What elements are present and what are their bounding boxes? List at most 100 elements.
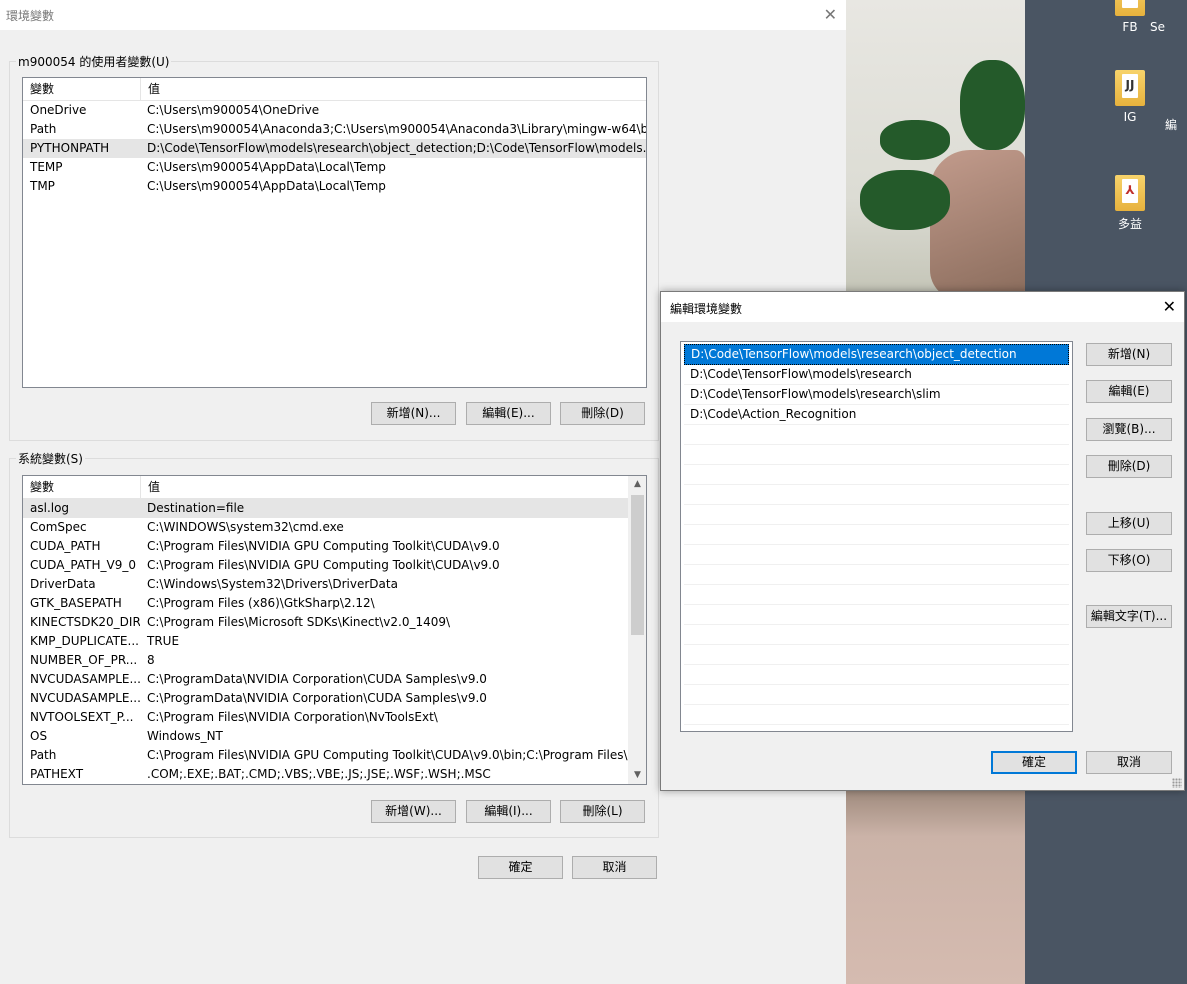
table-row[interactable]: DriverData C:\Windows\System32\Drivers\Dr… [23,575,629,594]
variable-name: TEMP [30,160,63,174]
empty-path-slot[interactable] [684,665,1069,685]
system-list-scrollbar[interactable]: ▲ ▼ [628,476,646,784]
variable-value: 8 [147,653,155,667]
table-row[interactable]: KINECTSDK20_DIR C:\Program Files\Microsof… [23,613,629,632]
dialog-ok-button[interactable]: 確定 [991,751,1077,774]
table-row[interactable]: OS Windows_NT [23,727,629,746]
browse-button[interactable]: 瀏覽(B)... [1086,418,1172,441]
desktop-icon-edit[interactable]: 編 [1165,100,1187,133]
table-row[interactable]: PYTHONPATH D:\Code\TensorFlow\models\rese… [23,139,646,158]
empty-path-slot[interactable] [684,545,1069,565]
table-row[interactable]: NVCUDASAMPLE... C:\ProgramData\NVIDIA Cor… [23,670,629,689]
dialog-cancel-button[interactable]: 取消 [1086,751,1172,774]
system-variables-rows: asl.log Destination=file ComSpec C:\WINDOWS… [23,499,629,784]
table-row[interactable]: PATHEXT .COM;.EXE;.BAT;.CMD;.VBS;.VBE;.JS… [23,765,629,784]
delete-path-button[interactable]: 刪除(D) [1086,455,1172,478]
new-path-button[interactable]: 新增(N) [1086,343,1172,366]
table-row[interactable]: TMP C:\Users\m900054\AppData\Local\Temp [23,177,646,196]
table-row[interactable]: OneDrive C:\Users\m900054\OneDrive [23,101,646,120]
variable-name: NVCUDASAMPLE... [30,672,140,686]
empty-path-slot[interactable] [684,645,1069,665]
variable-value: C:\Users\m900054\AppData\Local\Temp [147,160,386,174]
table-row[interactable]: NVTOOLSEXT_P... C:\Program Files\NVIDIA C… [23,708,629,727]
empty-path-slot[interactable] [684,705,1069,725]
user-edit-button[interactable]: 編輯(E)... [466,402,551,425]
empty-path-slot[interactable] [684,465,1069,485]
variable-value: D:\Code\TensorFlow\models\research\objec… [147,141,646,155]
wallpaper-rock [930,150,1025,300]
ok-button[interactable]: 確定 [478,856,563,879]
empty-path-slot[interactable] [684,505,1069,525]
resize-grip[interactable] [1172,778,1182,788]
table-row[interactable]: ComSpec C:\WINDOWS\system32\cmd.exe [23,518,629,537]
table-row[interactable]: NVCUDASAMPLE... C:\ProgramData\NVIDIA Cor… [23,689,629,708]
empty-path-slot[interactable] [684,425,1069,445]
table-row[interactable]: CUDA_PATH_V9_0 C:\Program Files\NVIDIA GP… [23,556,629,575]
system-variables-list[interactable]: 變數 值 asl.log Destination=file ComSpec C:\WI… [22,475,647,785]
system-edit-button[interactable]: 編輯(I)... [466,800,551,823]
empty-path-slot[interactable] [684,565,1069,585]
move-down-button[interactable]: 下移(O) [1086,549,1172,572]
scroll-down-icon[interactable]: ▼ [629,767,646,784]
variable-name: NVTOOLSEXT_P... [30,710,134,724]
variable-name: CUDA_PATH_V9_0 [30,558,136,572]
variable-name: GTK_BASEPATH [30,596,122,610]
edit-text-button[interactable]: 編輯文字(T)... [1086,605,1172,628]
user-new-button[interactable]: 新增(N)... [371,402,456,425]
table-row[interactable]: NUMBER_OF_PR... 8 [23,651,629,670]
path-item[interactable]: D:\Code\TensorFlow\models\research\slim [684,385,1069,405]
empty-path-slot[interactable] [684,585,1069,605]
scroll-up-icon[interactable]: ▲ [629,476,646,493]
variable-value: C:\Program Files\NVIDIA GPU Computing To… [147,539,500,553]
path-item[interactable]: D:\Code\TensorFlow\models\research [684,365,1069,385]
table-row[interactable]: Path C:\Program Files\NVIDIA GPU Computin… [23,746,629,765]
path-list[interactable]: D:\Code\TensorFlow\models\research\objec… [680,341,1073,732]
cancel-button[interactable]: 取消 [572,856,657,879]
table-row[interactable]: GTK_BASEPATH C:\Program Files (x86)\GtkSh… [23,594,629,613]
path-item[interactable]: D:\Code\Action_Recognition [684,405,1069,425]
system-delete-button[interactable]: 刪除(L) [560,800,645,823]
empty-path-slot[interactable] [684,625,1069,645]
empty-path-slot[interactable] [684,445,1069,465]
column-header-value[interactable]: 值 [141,78,160,100]
edit-environment-variable-dialog: 編輯環境變數 ✕ D:\Code\TensorFlow\models\resea… [660,291,1185,791]
variable-name: TMP [30,179,55,193]
empty-path-slot[interactable] [684,485,1069,505]
column-header-variable[interactable]: 變數 [23,78,141,100]
variable-name: OS [30,729,48,743]
table-row[interactable]: KMP_DUPLICATE... TRUE [23,632,629,651]
path-rows: D:\Code\TensorFlow\models\research\objec… [681,342,1072,731]
empty-path-slot[interactable] [684,605,1069,625]
table-row[interactable]: CUDA_PATH C:\Program Files\NVIDIA GPU Com… [23,537,629,556]
variable-name: Path [30,122,57,136]
column-header-variable[interactable]: 變數 [23,476,141,498]
close-icon[interactable]: ✕ [824,5,837,24]
path-item[interactable]: D:\Code\TensorFlow\models\research\objec… [684,344,1069,365]
edit-path-button[interactable]: 編輯(E) [1086,380,1172,403]
variable-name: NUMBER_OF_PR... [30,653,138,667]
variable-value: C:\Users\m900054\AppData\Local\Temp [147,179,386,193]
table-row[interactable]: Path C:\Users\m900054\Anaconda3;C:\Users\… [23,120,646,139]
desktop-icon-se[interactable]: Se [1150,0,1187,34]
empty-path-slot[interactable] [684,685,1069,705]
empty-path-slot[interactable] [684,525,1069,545]
close-icon[interactable]: ✕ [1163,297,1176,316]
variable-name: KINECTSDK20_DIR [30,615,140,629]
variable-value: Windows_NT [147,729,223,743]
variable-value: C:\Program Files\NVIDIA GPU Computing To… [147,748,629,762]
desktop-icon-ig[interactable]: JJ IG [1100,70,1160,124]
column-header-value[interactable]: 值 [141,476,160,498]
desktop-icon-toeic[interactable]: ⅄ 多益 [1100,175,1160,232]
scrollbar-thumb[interactable] [631,495,644,635]
empty-path-slot[interactable] [684,725,1069,731]
table-row[interactable]: TEMP C:\Users\m900054\AppData\Local\Temp [23,158,646,177]
dialog-titlebar: 編輯環境變數 ✕ [661,292,1184,322]
table-row[interactable]: asl.log Destination=file [23,499,629,518]
user-delete-button[interactable]: 刪除(D) [560,402,645,425]
variable-value: C:\Program Files\NVIDIA GPU Computing To… [147,558,500,572]
variable-name: ComSpec [30,520,87,534]
user-variables-list[interactable]: 變數 值 OneDrive C:\Users\m900054\OneDrive Pa… [22,77,647,388]
system-new-button[interactable]: 新增(W)... [371,800,456,823]
variable-value: C:\Program Files (x86)\GtkSharp\2.12\ [147,596,375,610]
move-up-button[interactable]: 上移(U) [1086,512,1172,535]
